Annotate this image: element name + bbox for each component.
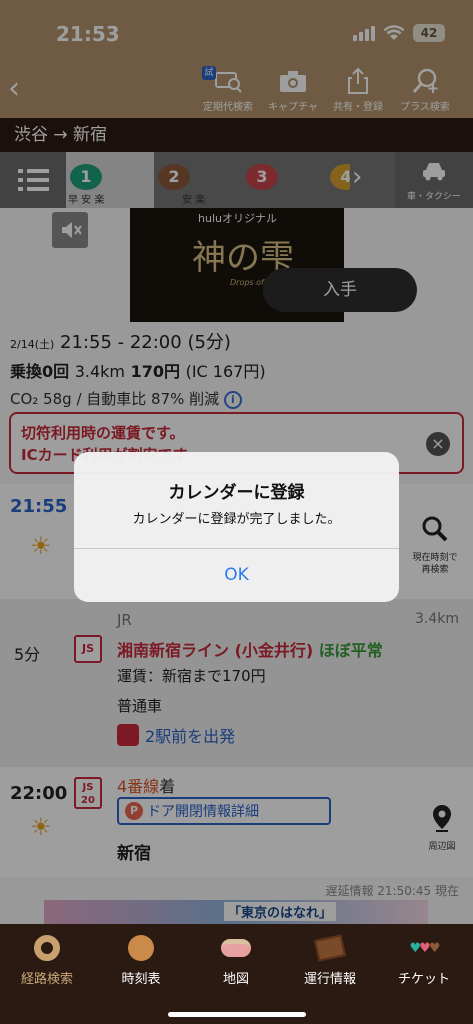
bottom-tab-bar: 経路検索 時刻表 地図 運行情報 ♥♥♥ チケット — [0, 924, 473, 1024]
tab-timetable[interactable]: 時刻表 — [94, 932, 188, 987]
tab-route-search[interactable]: 経路検索 — [0, 932, 94, 987]
home-indicator — [168, 1012, 306, 1017]
hearts-icon: ♥♥♥ — [409, 940, 441, 956]
alert-dialog: カレンダーに登録 カレンダーに登録が完了しました。 OK — [74, 452, 399, 602]
dialog-message: カレンダーに登録が完了しました。 — [132, 512, 341, 527]
tab-ticket[interactable]: ♥♥♥ チケット — [377, 932, 471, 988]
macaron-icon — [221, 939, 251, 957]
ok-button[interactable]: OK — [74, 549, 399, 602]
tab-map[interactable]: 地図 — [189, 932, 283, 987]
tab-service-info[interactable]: 運行情報 — [283, 932, 377, 987]
chocolate-icon — [314, 934, 346, 962]
dialog-title: カレンダーに登録 — [168, 483, 305, 503]
donut-icon — [34, 935, 60, 961]
cookie-icon — [128, 935, 154, 961]
